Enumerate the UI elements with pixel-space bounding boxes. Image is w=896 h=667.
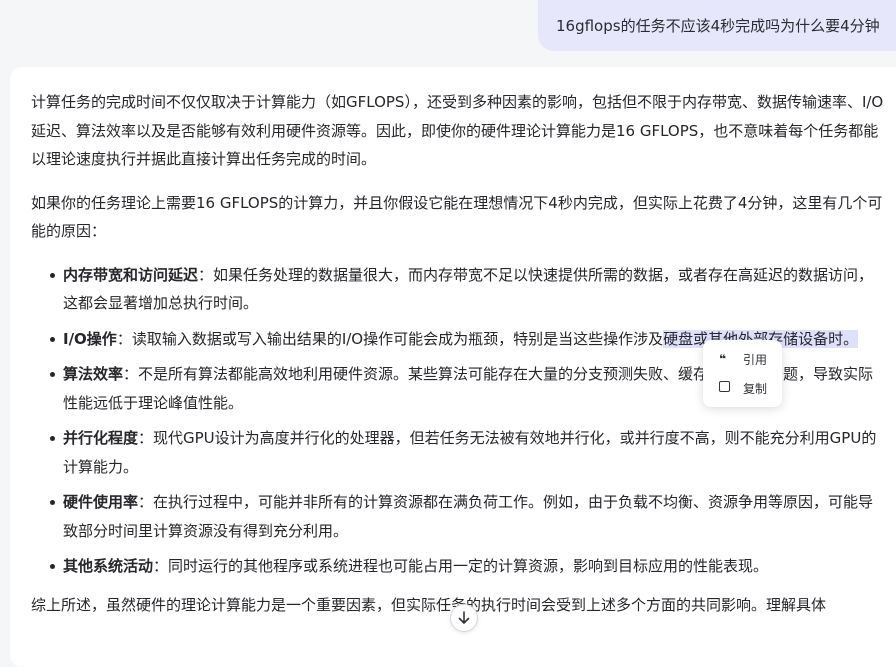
reason-text: ：在执行过程中，可能并非所有的计算资源都在满负荷工作。例如，由于负载不均衡、资源… (63, 493, 874, 540)
reason-item: 并行化程度：现代GPU设计为高度并行化的处理器，但若任务无法被有效地并行化，或并… (31, 424, 887, 481)
reason-item: 其他系统活动：同时运行的其他程序或系统进程也可能占用一定的计算资源，影响到目标应… (31, 552, 887, 581)
quote-icon: ❝ (719, 352, 727, 366)
reason-text: ：现代GPU设计为高度并行化的处理器，但若任务无法被有效地并行化，或并行度不高，… (63, 429, 877, 476)
answer-intro: 计算任务的完成时间不仅仅取决于计算能力（如GFLOPS），还受到多种因素的影响，… (31, 93, 884, 168)
quote-label: 引用 (743, 352, 768, 367)
reason-term: 硬件使用率 (63, 493, 139, 511)
bullet-icon (50, 436, 55, 441)
scroll-to-bottom-button[interactable] (450, 604, 478, 632)
reasons-list: 内存带宽和访问延迟：如果任务处理的数据量很大，而内存带宽不足以快速提供所需的数据… (31, 261, 887, 581)
reason-item: 内存带宽和访问延迟：如果任务处理的数据量很大，而内存带宽不足以快速提供所需的数据… (31, 261, 887, 318)
user-message-text: 16gflops的任务不应该4秒完成吗为什么要4分钟 (556, 17, 880, 35)
selection-popup: ❝ 引用 复制 (703, 340, 782, 407)
bullet-icon (50, 500, 55, 505)
reason-term: 算法效率 (63, 365, 124, 383)
copy-button[interactable]: 复制 (719, 378, 767, 398)
reason-text: ：读取输入数据或写入输出结果的I/O操作可能会成为瓶颈，特别是当这些操作涉及 (116, 329, 664, 348)
quote-button[interactable]: ❝ 引用 (719, 349, 767, 369)
copy-icon (719, 381, 735, 395)
reason-text: ：同时运行的其他程序或系统进程也可能占用一定的计算资源，影响到目标应用的性能表现… (153, 557, 769, 575)
arrow-down-icon (458, 611, 470, 624)
bullet-icon (50, 336, 55, 342)
reason-term: 内存带宽和访问延迟 (63, 265, 199, 284)
answer-lead: 如果你的任务理论上需要16 GFLOPS的计算力，并且你假设它能在理想情况下4秒… (31, 193, 883, 241)
bullet-icon (50, 272, 55, 278)
bullet-icon (50, 564, 55, 569)
user-message-bubble: 16gflops的任务不应该4秒完成吗为什么要4分钟 (538, 0, 896, 51)
bullet-icon (50, 372, 55, 377)
reason-item: 硬件使用率：在执行过程中，可能并非所有的计算资源都在满负荷工作。例如，由于负载不… (31, 488, 887, 545)
reason-term: 并行化程度 (63, 429, 139, 447)
reason-term: 其他系统活动 (63, 557, 154, 575)
copy-label: 复制 (743, 381, 768, 396)
reason-term: I/O操作 (63, 329, 117, 348)
